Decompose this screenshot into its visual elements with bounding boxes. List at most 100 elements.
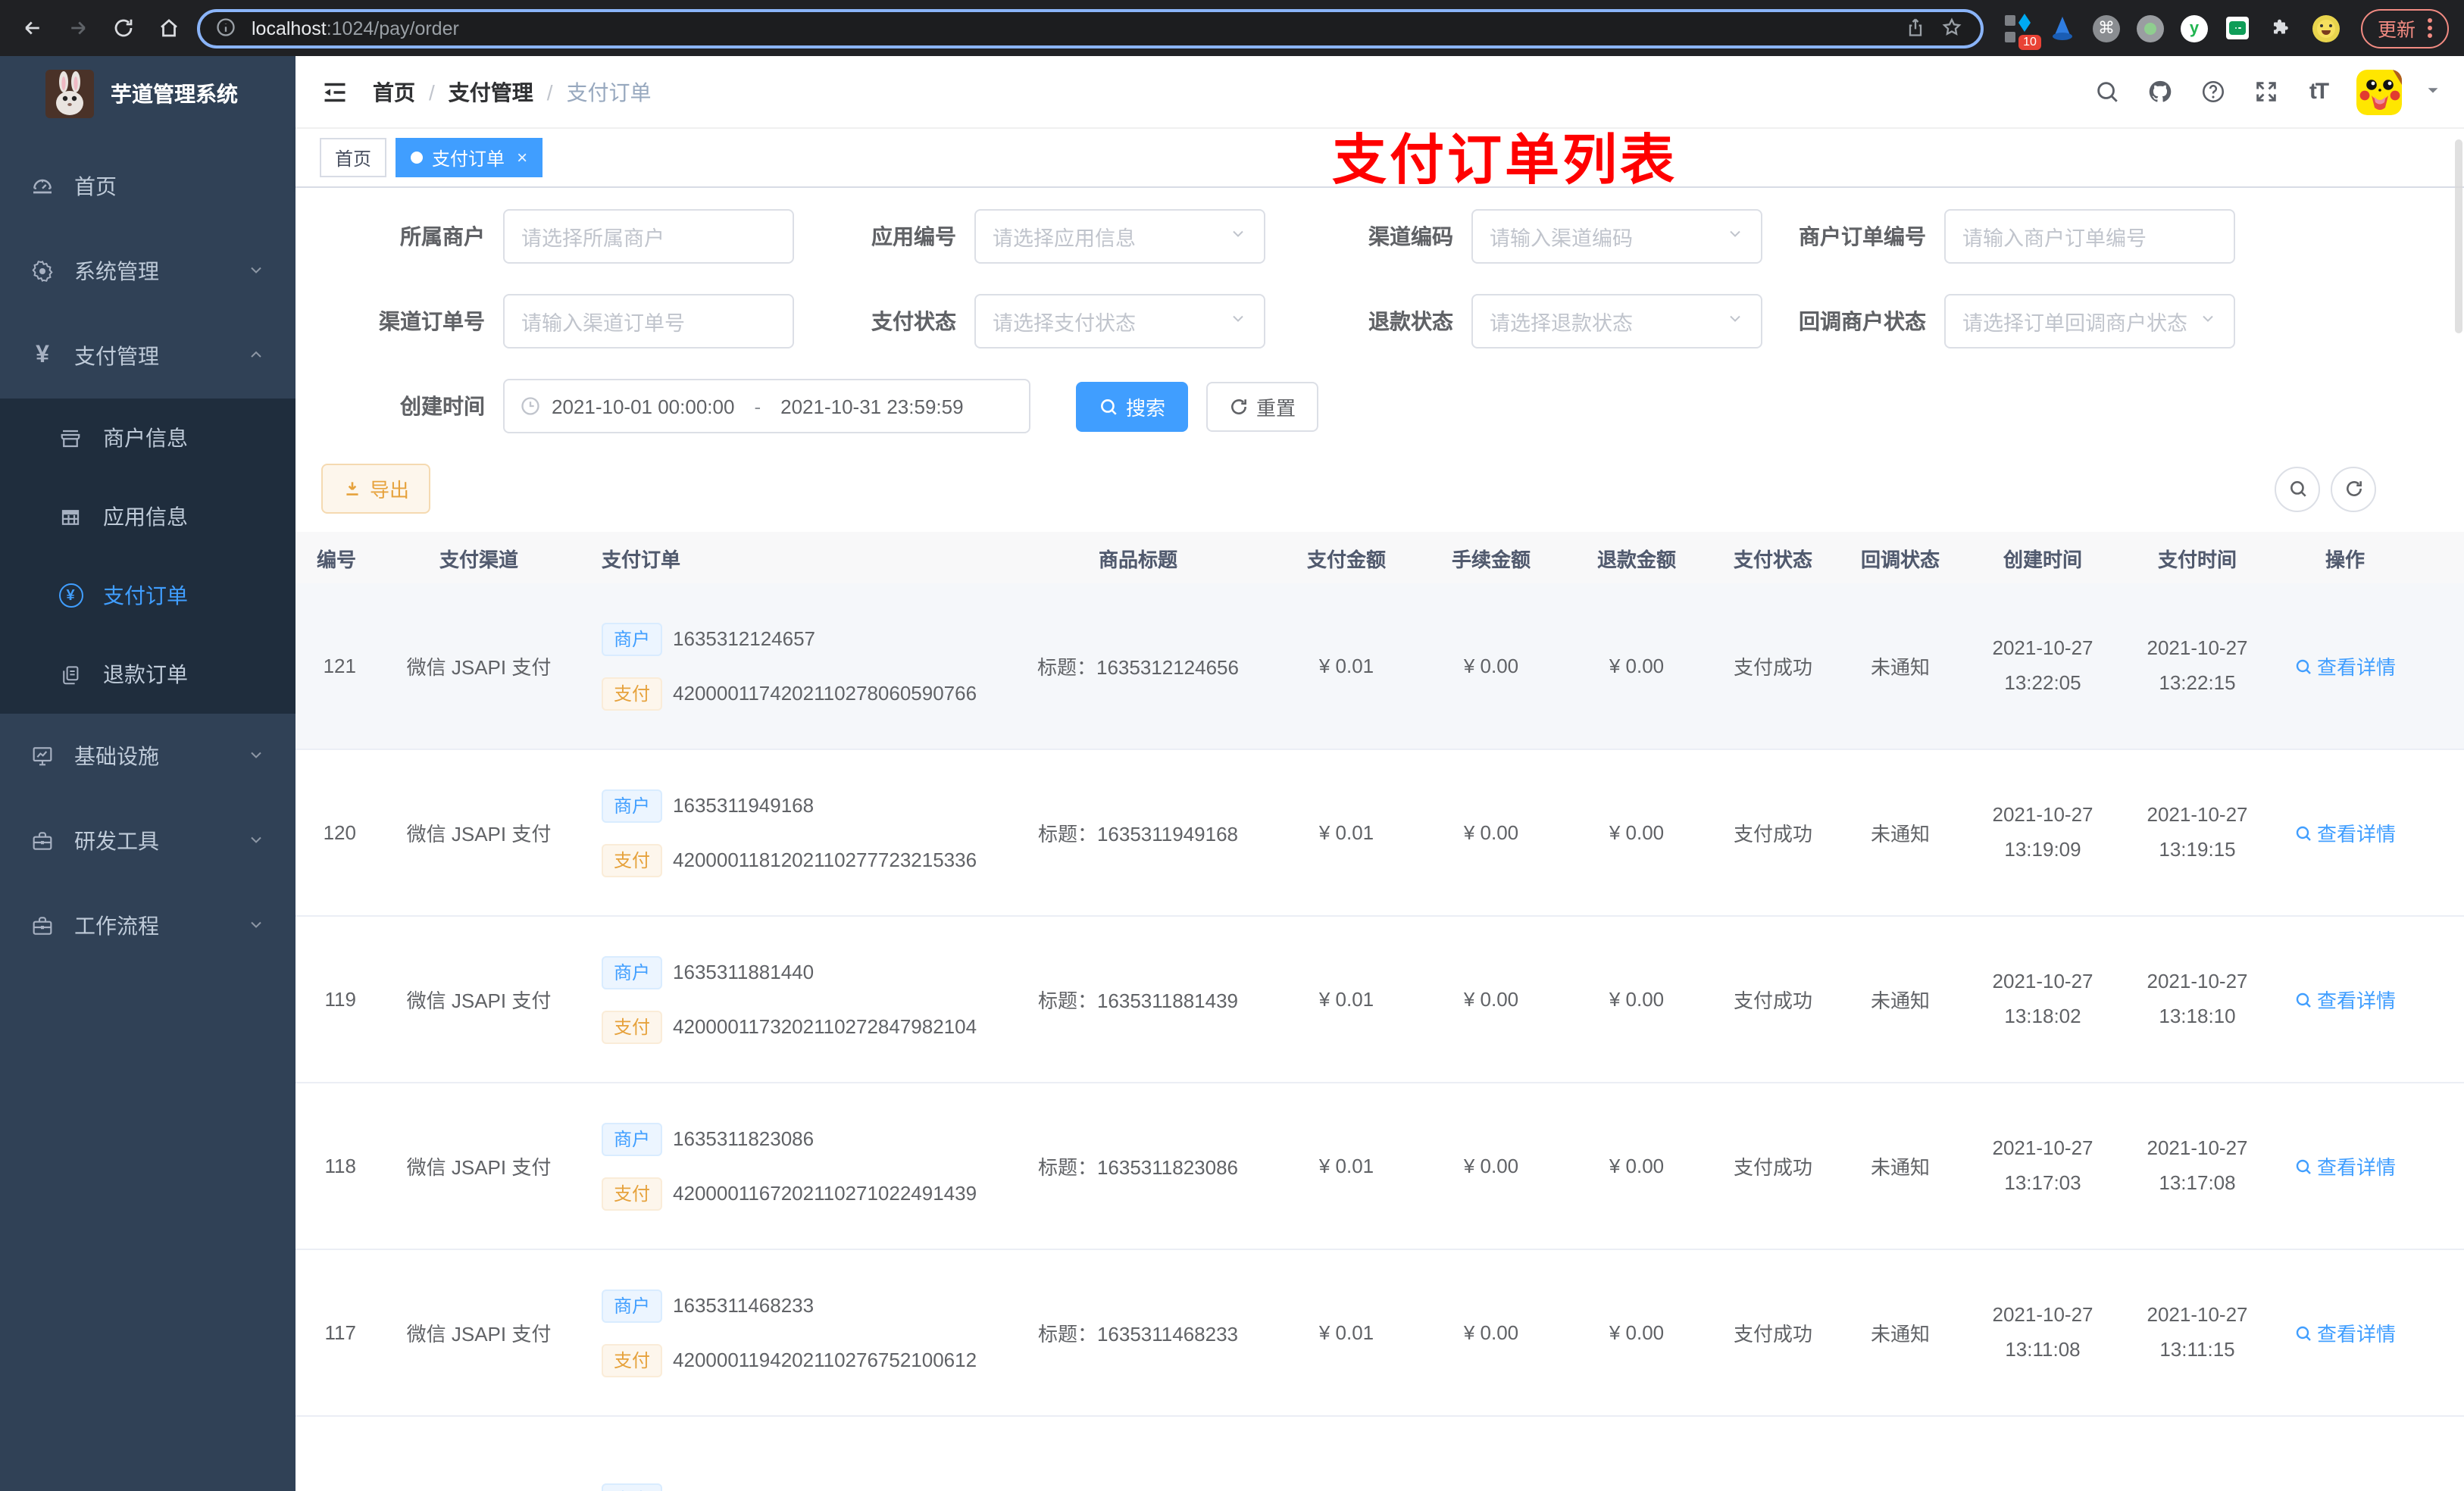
- chevron-down-icon: [247, 259, 265, 283]
- refund-cell: ¥ 0.00: [1609, 1155, 1665, 1177]
- home-icon[interactable]: [152, 11, 185, 45]
- fee-cell: ¥ 0.00: [1463, 1321, 1519, 1344]
- view-detail-link[interactable]: 查看详情: [2294, 1152, 2396, 1180]
- view-detail-link[interactable]: 查看详情: [2294, 652, 2396, 680]
- search-icon[interactable]: [2091, 77, 2122, 107]
- table-row: 121 微信 JSAPI 支付 商户 1635312124657 支付 420000117…: [295, 583, 2464, 750]
- pay-tag: 支付: [602, 1343, 663, 1377]
- breadcrumb-item[interactable]: 首页: [373, 77, 415, 107]
- export-button[interactable]: 导出: [321, 464, 431, 514]
- reset-button-label: 重置: [1256, 396, 1296, 419]
- yuan-icon: ¥: [36, 342, 49, 368]
- filter-select-回调商户状态[interactable]: 请选择订单回调商户状态: [1944, 294, 2235, 349]
- fontsize-icon[interactable]: tT: [2303, 77, 2334, 107]
- cone-icon[interactable]: [2049, 14, 2076, 42]
- channel-cell: 微信 JSAPI 支付: [406, 1156, 552, 1179]
- notify-cell: 未通知: [1870, 1156, 1930, 1179]
- show-search-toggle-icon[interactable]: [2275, 466, 2320, 511]
- table-row: 117 微信 JSAPI 支付 商户 1635311468233 支付 420000119…: [295, 1250, 2464, 1417]
- close-tag-icon[interactable]: ×: [517, 147, 527, 168]
- collapse-sidebar-icon[interactable]: [318, 75, 352, 108]
- green-dot-icon[interactable]: [2136, 14, 2164, 42]
- table-row: 119 微信 JSAPI 支付 商户 1635311881440 支付 420000117…: [295, 917, 2464, 1083]
- y-circle-icon[interactable]: y: [2180, 14, 2208, 42]
- filter-input-商户订单编号[interactable]: 请输入商户订单编号: [1944, 209, 2235, 264]
- pay-order-cell: 商户 1635311351736: [593, 1483, 1002, 1491]
- share-icon[interactable]: [1905, 16, 1929, 40]
- filter-label-退款状态: 退款状态: [1368, 309, 1453, 333]
- help-icon[interactable]: [2197, 77, 2228, 107]
- paid-time-cell: 2021-10-27 13:19:15: [2147, 803, 2248, 860]
- update-button[interactable]: 更新: [2360, 8, 2449, 48]
- info-icon[interactable]: [215, 16, 239, 40]
- tag-首页[interactable]: 首页: [320, 138, 387, 177]
- chevron-down-icon: [2199, 308, 2217, 335]
- filter-label-渠道订单号: 渠道订单号: [379, 309, 485, 333]
- sidebar-item-研发工具[interactable]: 研发工具: [0, 799, 295, 883]
- back-icon[interactable]: [15, 11, 48, 45]
- date-range-end: 2021-10-31 23:59:59: [780, 395, 964, 417]
- reset-button[interactable]: 重置: [1206, 381, 1319, 431]
- browser-menu-icon[interactable]: [2428, 18, 2432, 38]
- sidebar-item-基础设施[interactable]: 基础设施: [0, 714, 295, 799]
- filter-select-退款状态[interactable]: 请选择退款状态: [1471, 294, 1762, 349]
- filter-input-所属商户[interactable]: 请选择所属商户: [503, 209, 794, 264]
- status-cell: 支付成功: [1733, 1323, 1812, 1346]
- avatar[interactable]: [2356, 69, 2402, 114]
- sidebar-logo[interactable]: 芋道管理系统: [0, 56, 295, 132]
- sidebar-item-支付管理[interactable]: ¥ 支付管理: [0, 314, 295, 399]
- content-area: 所属商户 请选择所属商户 应用编号 请选择应用信息 渠道编码 请输入渠道编码 商户订单编号请…: [295, 188, 2464, 1491]
- url-bar[interactable]: localhost:1024/pay/order: [197, 8, 1984, 48]
- orders-table: 编号 支付渠道 支付订单 商品标题 支付金额 手续金额 退款金额 支付状态 回调状态 创建时间 支付…: [295, 532, 2464, 1491]
- caret-down-icon[interactable]: [2425, 78, 2441, 105]
- sidebar-subitem-商户信息[interactable]: 商户信息: [0, 399, 295, 477]
- paid-time-cell: 2021-10-27 13:17:08: [2147, 1136, 2248, 1193]
- filter-select-渠道编码[interactable]: 请输入渠道编码: [1471, 209, 1762, 264]
- action-cell: 查看详情: [2273, 1152, 2417, 1180]
- tag-支付订单[interactable]: 支付订单 ×: [396, 138, 543, 177]
- forward-icon[interactable]: [61, 11, 94, 45]
- channel-cell: 微信 JSAPI 支付: [406, 1323, 552, 1346]
- merchant-order-no: 1635311351736: [673, 1488, 814, 1491]
- date-range-input[interactable]: 2021-10-01 00:00:00 - 2021-10-31 23:59:5…: [503, 379, 1030, 433]
- filter-select-支付状态[interactable]: 请选择支付状态: [974, 294, 1265, 349]
- filter-label-所属商户: 所属商户: [400, 224, 485, 248]
- breadcrumb-item[interactable]: 支付管理: [449, 77, 533, 107]
- github-icon[interactable]: [2144, 77, 2175, 107]
- reload-icon[interactable]: [106, 11, 139, 45]
- sidebar-subitem-退款订单[interactable]: 退款订单: [0, 635, 295, 714]
- view-detail-link[interactable]: 查看详情: [2294, 1318, 2396, 1347]
- filter-label-回调商户状态: 回调商户状态: [1799, 309, 1926, 333]
- command-icon[interactable]: ⌘: [2092, 14, 2120, 42]
- fullscreen-icon[interactable]: [2250, 77, 2281, 107]
- puzzle-icon[interactable]: [2269, 14, 2296, 42]
- filter-input-渠道订单号[interactable]: 请输入渠道订单号: [503, 294, 794, 349]
- sidebar-item-首页[interactable]: 首页: [0, 144, 295, 229]
- title-cell: 标题：1635311468233: [1037, 1323, 1239, 1346]
- page-scrollbar[interactable]: [2455, 139, 2462, 333]
- toolbox-icon: [29, 827, 56, 855]
- column-header: 手续金额: [1451, 548, 1531, 570]
- extensions-row: 10 ⌘ y: [1996, 13, 2349, 49]
- extensions-grid-icon[interactable]: 10: [2004, 13, 2041, 49]
- table-row: 商户 1635311351736: [295, 1417, 2464, 1491]
- fee-cell: ¥ 0.00: [1463, 988, 1519, 1011]
- screen: localhost:1024/pay/order 10 ⌘ y 更新 芋道管理系统 …: [0, 0, 2464, 1491]
- search-button[interactable]: 搜索: [1076, 381, 1189, 431]
- emoji-face-icon[interactable]: [2312, 14, 2340, 42]
- id-cell: 121: [323, 655, 356, 677]
- refresh-table-icon[interactable]: [2331, 466, 2376, 511]
- filter-select-应用编号[interactable]: 请选择应用信息: [974, 209, 1265, 264]
- sidebar-subitem-支付订单[interactable]: ¥ 支付订单: [0, 556, 295, 635]
- sidebar-item-工作流程[interactable]: 工作流程: [0, 883, 295, 968]
- table-header-row: 编号 支付渠道 支付订单 商品标题 支付金额 手续金额 退款金额 支付状态 回调状态 创建时间 支付…: [295, 532, 2464, 583]
- chat-icon[interactable]: [2225, 14, 2252, 42]
- view-detail-link[interactable]: 查看详情: [2294, 818, 2396, 847]
- pay-order-cell: 商户 1635311468233 支付 42000011942021102767521…: [593, 1289, 1002, 1377]
- sidebar-subitem-应用信息[interactable]: 应用信息: [0, 477, 295, 556]
- breadcrumb-item: 支付订单: [566, 80, 652, 104]
- view-detail-link[interactable]: 查看详情: [2294, 985, 2396, 1014]
- paid-time-cell: 2021-10-27 13:18:10: [2147, 970, 2248, 1027]
- star-icon[interactable]: [1941, 16, 1965, 40]
- sidebar-item-系统管理[interactable]: 系统管理: [0, 229, 295, 314]
